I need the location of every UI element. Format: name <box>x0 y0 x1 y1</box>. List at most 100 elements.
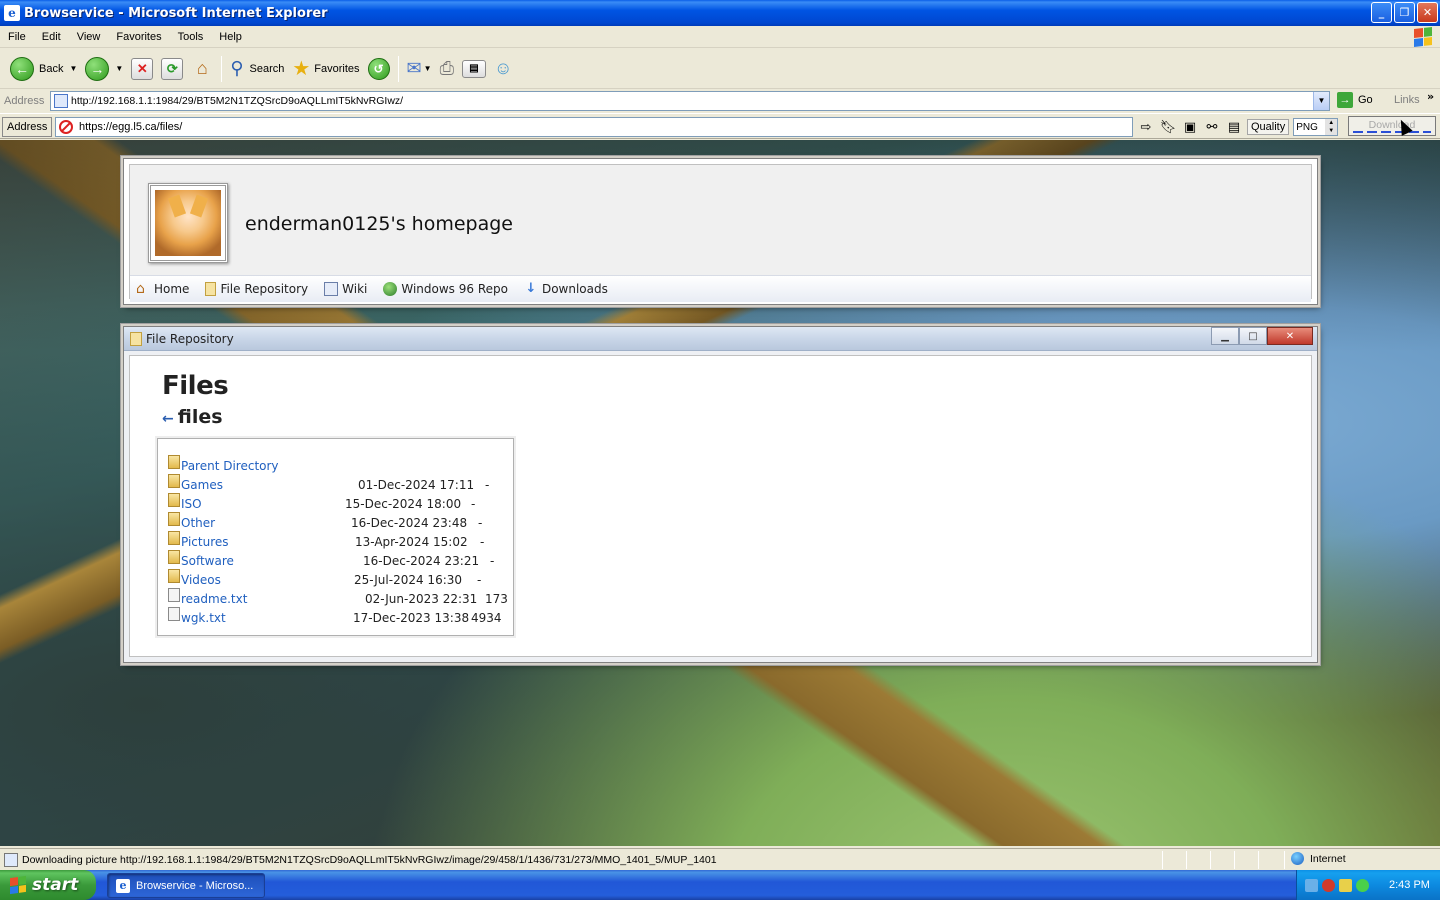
clock: 2:43 PM <box>1389 879 1430 891</box>
menu-tools[interactable]: Tools <box>170 31 212 43</box>
messenger-button[interactable]: ☺ <box>490 54 516 84</box>
menu-view[interactable]: View <box>69 31 109 43</box>
chevron-right-icon[interactable]: » <box>1427 90 1434 103</box>
mail-icon: ✉ <box>406 58 422 78</box>
folder-icon <box>168 531 180 545</box>
history-icon: ↺ <box>367 57 390 80</box>
file-window-title: File Repository <box>146 331 234 346</box>
back-arrow-icon[interactable]: ← <box>162 411 174 427</box>
links-label[interactable]: Links <box>1394 94 1420 106</box>
proxy-url[interactable]: https://egg.l5.ca/files/ <box>79 121 182 133</box>
nav-downloads-label: Downloads <box>541 282 608 296</box>
files-heading: Files <box>162 371 229 401</box>
status-bar: Downloading picture http://192.168.1.1:1… <box>0 848 1440 870</box>
menu-file[interactable]: File <box>0 31 34 43</box>
forward-button[interactable]: → ▼ <box>81 54 127 84</box>
taskbar-item-label: Browservice - Microso... <box>136 879 254 892</box>
file-link[interactable]: Games <box>181 478 223 492</box>
stop-button[interactable]: ✕ <box>127 54 157 84</box>
file-window-maximize-button[interactable]: □ <box>1239 327 1267 345</box>
go-button[interactable]: → Go <box>1337 92 1373 108</box>
quality-value: PNG <box>1296 121 1318 133</box>
security-shield-icon[interactable] <box>1322 878 1335 892</box>
book-icon <box>324 282 339 296</box>
start-button[interactable]: start <box>0 870 96 900</box>
file-size: - <box>477 573 482 587</box>
file-window-close-button[interactable]: ✕ <box>1267 327 1313 345</box>
quality-select[interactable]: PNG ▲ ▼ <box>1293 118 1339 136</box>
nav-downloads[interactable]: ↓ Downloads <box>524 281 608 297</box>
star-icon: ★ <box>292 58 311 80</box>
network-icon[interactable] <box>1305 878 1318 892</box>
bookmark-icon[interactable]: 🔖︎ <box>1159 118 1177 136</box>
spinner-icon[interactable]: ▲ ▼ <box>1325 119 1338 135</box>
file-window-titlebar[interactable]: File Repository ▁ □ ✕ <box>124 327 1317 351</box>
file-window-minimize-button[interactable]: ▁ <box>1211 327 1239 345</box>
menu-edit[interactable]: Edit <box>34 31 69 43</box>
clipboard-icon[interactable]: ▤ <box>1225 118 1243 136</box>
minimize-button[interactable]: _ <box>1371 2 1392 23</box>
file-date: 17-Dec-2023 13:38 <box>353 611 470 625</box>
nav-windows96-repo-label: Windows 96 Repo <box>401 282 508 296</box>
forward-dropdown-icon[interactable]: ▼ <box>115 64 123 73</box>
list-item: Parent Directory <box>168 455 508 477</box>
edit-button[interactable]: ▤ <box>458 54 490 84</box>
avatar-image <box>155 190 221 256</box>
nav-wiki[interactable]: Wiki <box>324 282 367 296</box>
forward-arrow-icon: → <box>85 56 110 81</box>
go-arrow-icon[interactable]: ⇨ <box>1137 118 1155 136</box>
address-input[interactable]: http://192.168.1.1:1984/29/BT5M2N1TZQSrc… <box>50 91 1330 111</box>
file-link[interactable]: Videos <box>181 573 221 587</box>
update-icon[interactable] <box>1356 878 1369 892</box>
nav-file-repository[interactable]: File Repository <box>205 282 308 296</box>
search-button[interactable]: ⚲ Search <box>226 54 288 84</box>
security-zone: Internet <box>1291 852 1346 865</box>
text-file-icon <box>168 607 180 621</box>
nav-home[interactable]: ⌂ Home <box>136 282 189 296</box>
file-link[interactable]: wgk.txt <box>181 611 226 625</box>
restore-button[interactable]: ❐ <box>1394 2 1415 23</box>
quality-label: Quality <box>1247 119 1290 135</box>
folder-icon <box>168 474 180 488</box>
download-button[interactable]: Download <box>1348 116 1436 136</box>
site-title: enderman0125's homepage <box>245 213 513 235</box>
go-arrow-icon: → <box>1337 92 1353 108</box>
menu-favorites[interactable]: Favorites <box>108 31 169 43</box>
file-link[interactable]: Pictures <box>181 535 229 549</box>
close-button[interactable]: ✕ <box>1417 2 1438 23</box>
window-title: Browservice - Microsoft Internet Explore… <box>24 5 328 21</box>
history-button[interactable]: ↺ <box>364 54 394 84</box>
file-size: - <box>471 497 476 511</box>
file-link[interactable]: Parent Directory <box>181 459 279 473</box>
binoculars-icon[interactable]: ⚯ <box>1203 118 1221 136</box>
file-link[interactable]: Software <box>181 554 234 568</box>
mail-dropdown-icon[interactable]: ▼ <box>424 64 432 73</box>
status-separator <box>1234 851 1235 869</box>
file-link[interactable]: ISO <box>181 497 202 511</box>
back-arrow-icon: ← <box>10 56 34 81</box>
menu-help[interactable]: Help <box>211 31 250 43</box>
find-icon[interactable]: ▣ <box>1181 118 1199 136</box>
home-button[interactable]: ⌂ <box>187 54 217 84</box>
volume-icon[interactable] <box>1339 878 1352 892</box>
file-link[interactable]: readme.txt <box>181 592 247 606</box>
folder-icon <box>168 569 180 583</box>
nav-home-label: Home <box>154 282 190 296</box>
back-dropdown-icon[interactable]: ▼ <box>69 64 77 73</box>
print-button[interactable]: ⎙ <box>436 54 458 84</box>
folder-icon <box>168 493 180 507</box>
favorites-button[interactable]: ★ Favorites <box>288 54 363 84</box>
file-listing: Parent Directory Games 01-Dec-2024 17:11… <box>157 438 514 636</box>
refresh-button[interactable]: ⟳ <box>157 54 187 84</box>
taskbar-item-browservice[interactable]: e Browservice - Microso... <box>107 873 265 898</box>
mail-button[interactable]: ✉ ▼ <box>403 54 436 84</box>
proxy-url-input[interactable]: https://egg.l5.ca/files/ <box>55 117 1133 137</box>
list-item: wgk.txt 17-Dec-2023 13:38 4934 <box>168 607 508 629</box>
address-dropdown-icon[interactable]: ▼ <box>1313 92 1329 110</box>
address-url[interactable]: http://192.168.1.1:1984/29/BT5M2N1TZQSrc… <box>71 95 403 107</box>
back-button[interactable]: ← Back ▼ <box>6 54 81 84</box>
nav-windows96-repo[interactable]: Windows 96 Repo <box>383 282 508 296</box>
proxy-tools: ⇨ 🔖︎ ▣ ⚯ ▤ Quality PNG ▲ ▼ <box>1137 118 1339 136</box>
file-link[interactable]: Other <box>181 516 215 530</box>
download-arrow-icon: ↓ <box>525 281 537 296</box>
